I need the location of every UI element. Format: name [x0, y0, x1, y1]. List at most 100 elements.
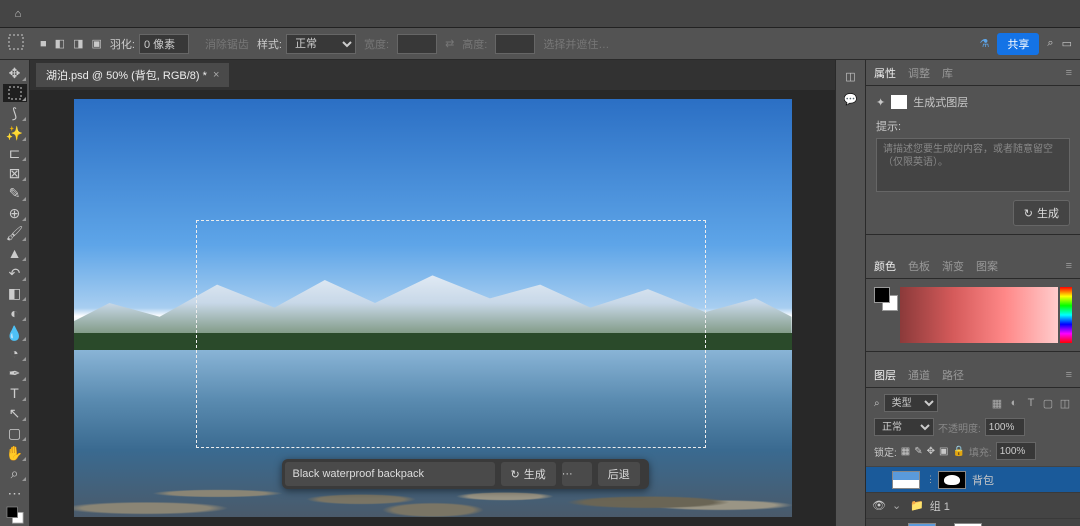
- search-icon[interactable]: ⌕: [1047, 37, 1053, 50]
- blur-tool[interactable]: 💧: [3, 324, 27, 342]
- search-icon[interactable]: ⌕: [874, 398, 880, 409]
- eraser-tool[interactable]: ◧: [3, 284, 27, 302]
- pen-tool[interactable]: ✒: [3, 364, 27, 382]
- options-bar: ■ ◧ ◨ ▣ 羽化: 消除锯齿 样式: 正常 宽度: ⇄ 高度: 选择并遮住……: [0, 28, 1080, 60]
- move-tool[interactable]: ✥: [3, 64, 27, 82]
- share-button[interactable]: 共享: [997, 33, 1039, 55]
- workspace-icon[interactable]: ▭: [1062, 37, 1072, 50]
- crop-tool[interactable]: ⊏: [3, 144, 27, 162]
- opacity-input[interactable]: [985, 418, 1025, 436]
- tab-gradients[interactable]: 渐变: [942, 258, 964, 274]
- filter-adjust-icon[interactable]: ◐: [1007, 396, 1021, 410]
- chevron-down-icon[interactable]: ⌄: [892, 499, 904, 512]
- canvas-viewport[interactable]: ↻生成 ··· 后退: [30, 90, 835, 526]
- heal-tool[interactable]: ⊕: [3, 204, 27, 222]
- lock-brush-icon[interactable]: ✎: [914, 446, 922, 457]
- tab-patterns[interactable]: 图案: [976, 258, 998, 274]
- lock-position-icon[interactable]: ✥: [927, 446, 935, 457]
- layer-name: 组 1: [930, 498, 950, 514]
- document-tab[interactable]: 湖泊.psd @ 50% (背包, RGB/8) * ×: [36, 63, 229, 87]
- edit-toolbar[interactable]: ⋯: [3, 484, 27, 502]
- lasso-tool[interactable]: ⟆: [3, 104, 27, 122]
- tools-panel: ✥ ⟆ ✨ ⊏ ⊠ ✎ ⊕ 🖌 ▲ ↶ ◧ ◐ 💧 ◔ ✒ T ↖ ▢ ✋ ⌕ …: [0, 60, 30, 526]
- color-picker-field[interactable]: [900, 287, 1058, 343]
- shape-tool[interactable]: ▢: [3, 424, 27, 442]
- marquee-tool[interactable]: [3, 84, 27, 102]
- refresh-icon: ↻: [511, 468, 520, 481]
- subtract-selection-icon[interactable]: ◨: [73, 37, 83, 50]
- panel-icon-2[interactable]: 💬: [844, 93, 858, 106]
- stamp-tool[interactable]: ▲: [3, 244, 27, 262]
- link-icon: ⋮: [926, 474, 932, 485]
- gen-prompt-input[interactable]: [285, 462, 495, 486]
- lock-label: 锁定:: [874, 444, 897, 459]
- panel-menu-icon[interactable]: ≡: [1066, 369, 1072, 381]
- tab-swatches[interactable]: 色板: [908, 258, 930, 274]
- flask-icon[interactable]: ⚗: [980, 37, 990, 50]
- close-tab-icon[interactable]: ×: [213, 69, 219, 81]
- dodge-tool[interactable]: ◔: [3, 344, 27, 362]
- mask-thumb: [954, 523, 982, 526]
- fill-input[interactable]: [996, 442, 1036, 460]
- eyedropper-tool[interactable]: ✎: [3, 184, 27, 202]
- history-brush-tool[interactable]: ↶: [3, 264, 27, 282]
- prompt-textarea[interactable]: 请描述您要生成的内容，或者随意留空（仅限英语）。: [876, 138, 1070, 192]
- tab-library[interactable]: 库: [942, 65, 953, 81]
- back-button[interactable]: 后退: [598, 462, 640, 486]
- filter-select[interactable]: 类型: [884, 394, 938, 412]
- lock-artboard-icon[interactable]: ▣: [939, 446, 948, 457]
- right-panels: 属性 调整 库 ≡ ✦ 生成式图层 提示: 请描述您要生成的内容，或者随意留空（…: [865, 60, 1080, 526]
- panel-menu-icon[interactable]: ≡: [1066, 67, 1072, 79]
- lock-all-icon[interactable]: 🔒: [952, 446, 964, 457]
- fgbg-swatch[interactable]: [3, 504, 27, 526]
- intersect-selection-icon[interactable]: ▣: [91, 37, 101, 50]
- blend-select[interactable]: 正常: [874, 418, 934, 436]
- feather-input[interactable]: [139, 34, 189, 54]
- lock-pixels-icon[interactable]: ▦: [901, 446, 910, 457]
- filter-type-icon[interactable]: T: [1024, 396, 1038, 410]
- filter-shape-icon[interactable]: ▢: [1041, 396, 1055, 410]
- add-selection-icon[interactable]: ◧: [55, 37, 65, 50]
- layer-type-label: 生成式图层: [913, 94, 968, 110]
- style-select[interactable]: 正常: [286, 34, 356, 54]
- hue-slider[interactable]: [1060, 287, 1072, 343]
- layer-item[interactable]: ⋮ 背包: [866, 467, 1080, 493]
- document-tabbar: 湖泊.psd @ 50% (背包, RGB/8) * ×: [30, 60, 835, 90]
- collapsed-panels: ◫ 💬: [835, 60, 865, 526]
- layer-item[interactable]: 👁 ⌄ 📁 组 1: [866, 493, 1080, 519]
- hand-tool[interactable]: ✋: [3, 444, 27, 462]
- properties-panel: ✦ 生成式图层 提示: 请描述您要生成的内容，或者随意留空（仅限英语）。 ↻生成: [866, 86, 1080, 235]
- tab-color[interactable]: 颜色: [874, 258, 896, 274]
- home-icon[interactable]: ⌂: [7, 3, 29, 25]
- properties-tabs: 属性 调整 库 ≡: [866, 60, 1080, 86]
- type-tool[interactable]: T: [3, 384, 27, 402]
- layer-item[interactable]: 👁 ⋮ 湖泊: [866, 519, 1080, 526]
- more-button[interactable]: ···: [562, 462, 592, 486]
- new-selection-icon[interactable]: ■: [40, 38, 47, 50]
- filter-pixel-icon[interactable]: ▦: [990, 396, 1004, 410]
- layer-list: ⋮ 背包 👁 ⌄ 📁 组 1 👁 ⋮ 湖泊: [866, 467, 1080, 526]
- visibility-icon[interactable]: 👁: [872, 499, 886, 512]
- canvas-area: 湖泊.psd @ 50% (背包, RGB/8) * × ↻生成 ··· 后退: [30, 60, 835, 526]
- filter-smart-icon[interactable]: ◫: [1058, 396, 1072, 410]
- color-tabs: 颜色 色板 渐变 图案 ≡: [866, 253, 1080, 279]
- color-panel: [866, 279, 1080, 352]
- tab-channels[interactable]: 通道: [908, 367, 930, 383]
- tab-layers[interactable]: 图层: [874, 367, 896, 383]
- tab-properties[interactable]: 属性: [874, 65, 896, 81]
- select-subject-label[interactable]: 选择并遮住…: [543, 36, 609, 52]
- marquee-tool-icon[interactable]: [8, 34, 24, 53]
- tab-adjust[interactable]: 调整: [908, 65, 930, 81]
- zoom-tool[interactable]: ⌕: [3, 464, 27, 482]
- wand-tool[interactable]: ✨: [3, 124, 27, 142]
- path-select-tool[interactable]: ↖: [3, 404, 27, 422]
- fg-bg-swatch[interactable]: [874, 287, 898, 311]
- panel-icon-1[interactable]: ◫: [845, 70, 855, 83]
- brush-tool[interactable]: 🖌: [3, 224, 27, 242]
- generate-button[interactable]: ↻生成: [501, 462, 556, 486]
- gradient-tool[interactable]: ◐: [3, 304, 27, 322]
- frame-tool[interactable]: ⊠: [3, 164, 27, 182]
- generate-main-button[interactable]: ↻生成: [1013, 200, 1070, 226]
- tab-paths[interactable]: 路径: [942, 367, 964, 383]
- panel-menu-icon[interactable]: ≡: [1066, 260, 1072, 272]
